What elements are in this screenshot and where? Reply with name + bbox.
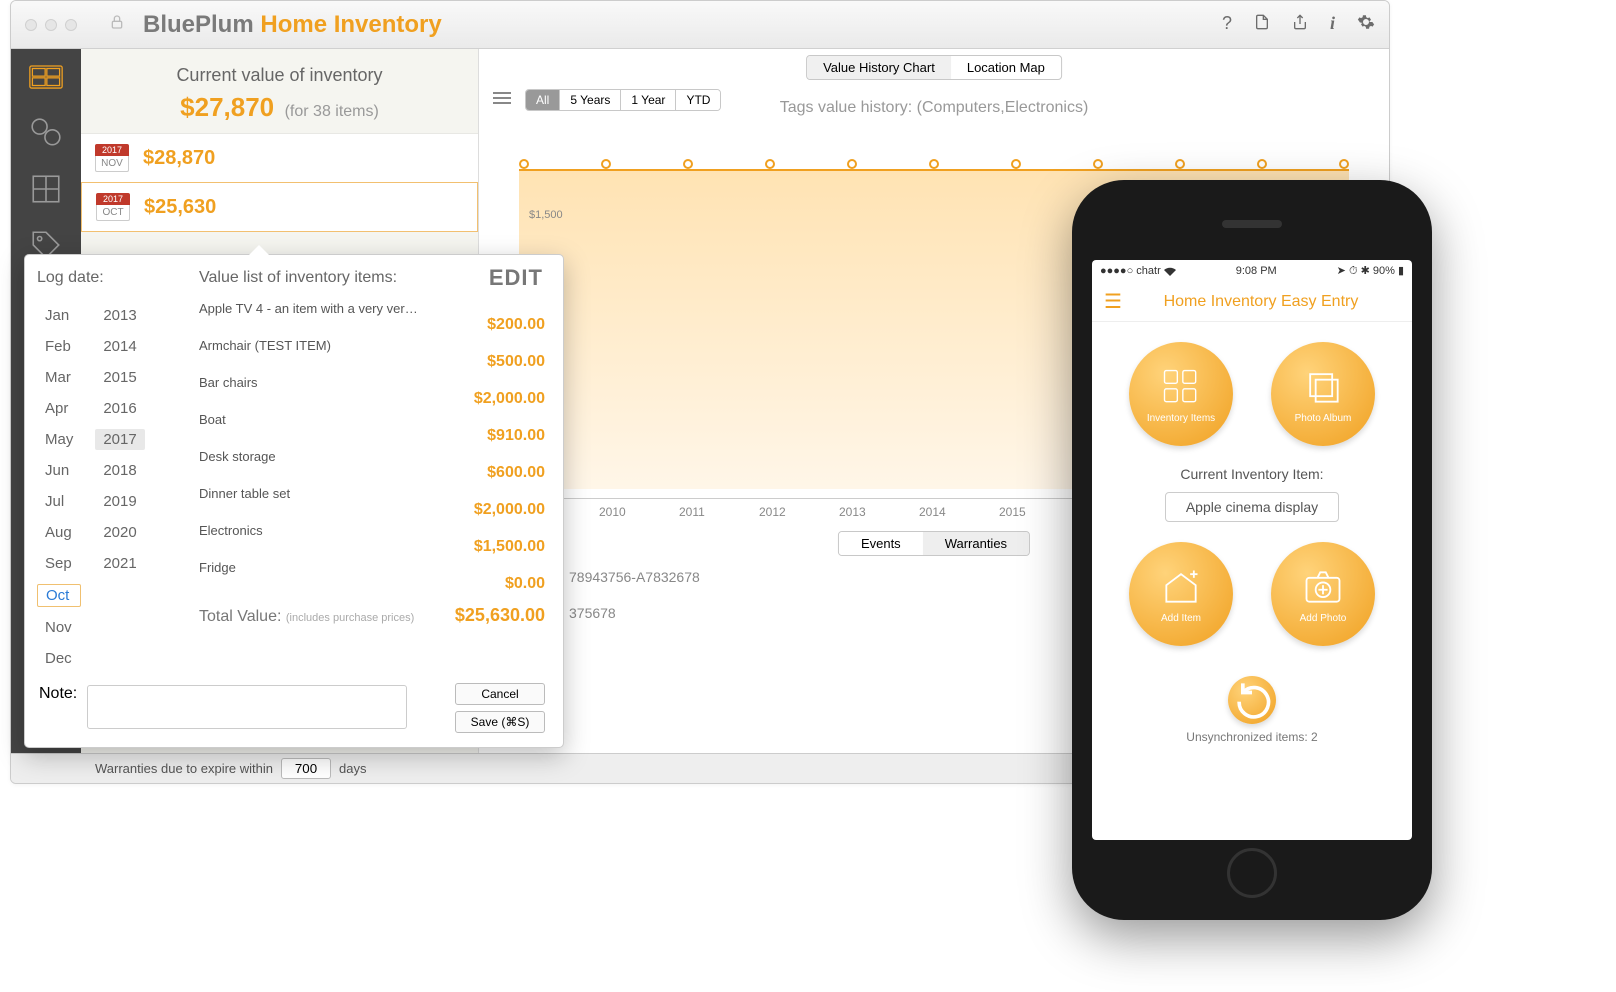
month-option[interactable]: Dec bbox=[37, 648, 81, 669]
app-title: BluePlum Home Inventory bbox=[143, 11, 442, 39]
nav-dashboard[interactable] bbox=[11, 49, 81, 105]
tab-location-map[interactable]: Location Map bbox=[951, 56, 1061, 79]
month-option[interactable]: Jun bbox=[37, 460, 81, 481]
year-option[interactable]: 2015 bbox=[95, 367, 144, 388]
lock-icon bbox=[109, 14, 125, 35]
value-item[interactable]: Dinner table set$2,000.00 bbox=[199, 486, 545, 519]
document-icon[interactable] bbox=[1254, 13, 1270, 36]
inventory-count: (for 38 items) bbox=[285, 103, 379, 120]
nav-items[interactable] bbox=[11, 105, 81, 161]
help-icon[interactable]: ? bbox=[1222, 13, 1232, 36]
sync-status: Unsynchronized items: 2 bbox=[1110, 730, 1394, 744]
cancel-button[interactable]: Cancel bbox=[455, 683, 545, 705]
inventory-items-button[interactable]: Inventory Items bbox=[1129, 342, 1233, 446]
value-item[interactable]: Bar chairs$2,000.00 bbox=[199, 375, 545, 408]
current-item[interactable]: Apple cinema display bbox=[1165, 492, 1339, 522]
month-option[interactable]: Sep bbox=[37, 553, 81, 574]
status-bar: ●●●●○ chatr 9:08 PM ➤ ⏱ ✱ 90% ▮ bbox=[1092, 260, 1412, 282]
sub-tabs: Events Warranties bbox=[838, 531, 1030, 556]
month-option[interactable]: Jan bbox=[37, 305, 81, 326]
gear-icon[interactable] bbox=[1357, 13, 1375, 36]
value-item[interactable]: Armchair (TEST ITEM)$500.00 bbox=[199, 338, 545, 371]
log-date-label: Log date: bbox=[37, 269, 183, 287]
month-option[interactable]: Jul bbox=[37, 491, 81, 512]
current-item-label: Current Inventory Item: bbox=[1110, 466, 1394, 482]
year-option[interactable]: 2016 bbox=[95, 398, 144, 419]
sync-button[interactable] bbox=[1228, 676, 1276, 724]
year-option[interactable]: 2021 bbox=[95, 553, 144, 574]
range-ytd[interactable]: YTD bbox=[676, 90, 720, 110]
nav-rooms[interactable] bbox=[11, 161, 81, 217]
year-option[interactable]: 2014 bbox=[95, 336, 144, 357]
year-option[interactable]: 2018 bbox=[95, 460, 144, 481]
value-item[interactable]: Desk storage$600.00 bbox=[199, 449, 545, 482]
total-value: $25,630.00 bbox=[455, 605, 545, 626]
year-option[interactable]: 2019 bbox=[95, 491, 144, 512]
inventory-total: $27,870 bbox=[180, 92, 274, 123]
year-option[interactable]: 2017 bbox=[95, 429, 144, 450]
add-photo-button[interactable]: Add Photo bbox=[1271, 542, 1375, 646]
value-item[interactable]: Apple TV 4 - an item with a very very lo… bbox=[199, 301, 545, 334]
warranty-days-input[interactable] bbox=[281, 758, 331, 779]
info-icon[interactable]: i bbox=[1330, 13, 1335, 36]
app-title: Home Inventory Easy Entry bbox=[1122, 293, 1400, 311]
month-option[interactable]: Apr bbox=[37, 398, 81, 419]
warranty-list: 78943756-A7832678 375678 bbox=[569, 559, 700, 631]
range-5y[interactable]: 5 Years bbox=[560, 90, 621, 110]
value-item[interactable]: Fridge$0.00 bbox=[199, 560, 545, 593]
range-1y[interactable]: 1 Year bbox=[621, 90, 676, 110]
value-item[interactable]: Electronics$1,500.00 bbox=[199, 523, 545, 556]
value-list-popover: Log date: Jan Feb Mar Apr May Jun Jul Aug Sep Oct… bbox=[24, 254, 564, 748]
home-button[interactable] bbox=[1227, 848, 1277, 898]
value-item[interactable]: Boat$910.00 bbox=[199, 412, 545, 445]
warranty-row[interactable]: 78943756-A7832678 bbox=[569, 559, 700, 595]
edit-button[interactable]: EDIT bbox=[489, 265, 543, 291]
subtab-events[interactable]: Events bbox=[839, 532, 923, 555]
chart-title: Tags value history: (Computers,Electroni… bbox=[780, 99, 1089, 117]
titlebar: BluePlum Home Inventory ? i bbox=[11, 1, 1389, 49]
share-icon[interactable] bbox=[1292, 13, 1308, 36]
month-row[interactable]: 2017NOV $28,870 bbox=[81, 133, 478, 182]
month-row-selected[interactable]: 2017OCT $25,630 bbox=[81, 182, 478, 232]
top-tabs: Value History Chart Location Map bbox=[806, 55, 1062, 80]
range-selector: All 5 Years 1 Year YTD bbox=[525, 89, 721, 111]
photo-album-button[interactable]: Photo Album bbox=[1271, 342, 1375, 446]
month-option[interactable]: Nov bbox=[37, 617, 81, 638]
save-button[interactable]: Save (⌘S) bbox=[455, 711, 545, 733]
range-all[interactable]: All bbox=[526, 90, 560, 110]
month-option[interactable]: May bbox=[37, 429, 81, 450]
month-option[interactable]: Oct bbox=[37, 584, 81, 607]
month-option[interactable]: Mar bbox=[37, 367, 81, 388]
tab-value-history[interactable]: Value History Chart bbox=[807, 56, 951, 79]
subtab-warranties[interactable]: Warranties bbox=[923, 532, 1029, 555]
add-item-button[interactable]: Add Item bbox=[1129, 542, 1233, 646]
month-option[interactable]: Aug bbox=[37, 522, 81, 543]
inventory-header-label: Current value of inventory bbox=[81, 65, 478, 86]
year-option[interactable]: 2020 bbox=[95, 522, 144, 543]
note-label: Note: bbox=[39, 685, 77, 703]
year-option[interactable]: 2013 bbox=[95, 305, 144, 326]
month-option[interactable]: Feb bbox=[37, 336, 81, 357]
phone-mockup: ●●●●○ chatr 9:08 PM ➤ ⏱ ✱ 90% ▮ ☰ Home I… bbox=[1072, 180, 1432, 920]
window-controls[interactable] bbox=[25, 19, 77, 31]
value-list-label: Value list of inventory items: bbox=[199, 269, 397, 287]
note-input[interactable] bbox=[87, 685, 407, 729]
chart-menu-icon[interactable] bbox=[493, 91, 511, 110]
warranty-row[interactable]: 375678 bbox=[569, 595, 700, 631]
menu-icon[interactable]: ☰ bbox=[1104, 289, 1122, 314]
